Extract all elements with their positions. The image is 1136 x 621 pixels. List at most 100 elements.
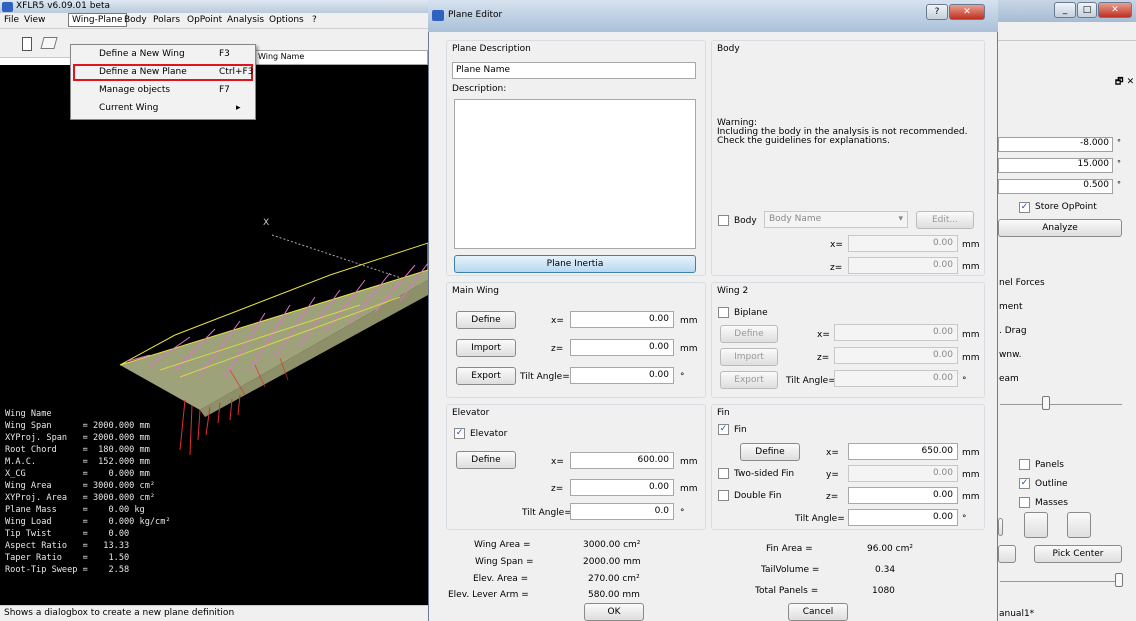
fin-z-field[interactable]: 0.00 <box>848 487 958 504</box>
outline-checkbox[interactable]: ✓ <box>1019 478 1030 489</box>
elevator-checkbox[interactable]: ✓ <box>454 428 465 439</box>
unit-mm: mm <box>680 484 698 494</box>
wing2-tilt-field[interactable]: 0.00 <box>834 370 958 387</box>
unit-mm: mm <box>962 330 980 340</box>
menu-item-manage-objects[interactable]: Manage objects <box>99 85 170 95</box>
panels-label: Panels <box>1035 460 1064 470</box>
fin-y-field[interactable]: 0.00 <box>848 465 958 482</box>
maximize-button[interactable]: □ <box>1077 2 1097 18</box>
plane-description-title: Plane Description <box>452 44 531 54</box>
main-wing-import-button[interactable]: Import <box>456 339 516 357</box>
reset-view-button[interactable] <box>998 545 1016 563</box>
dock-float-close-icons[interactable]: 🗗 ✕ <box>1115 74 1134 90</box>
body-checkbox[interactable] <box>718 215 729 226</box>
wing2-x-field[interactable]: 0.00 <box>834 324 958 341</box>
body-x-field[interactable]: 0.00 <box>848 235 958 252</box>
menu-body[interactable]: Body <box>124 15 147 25</box>
menu-bar: File View Wing-Plane Body Polars OpPoint… <box>0 13 428 29</box>
tail-volume-label: TailVolume = <box>761 565 820 575</box>
analyze-button[interactable]: Analyze <box>998 219 1122 237</box>
body-z-field[interactable]: 0.00 <box>848 257 958 274</box>
main-wing-z-label: z= <box>551 344 564 354</box>
main-wing-define-button[interactable]: Define <box>456 311 516 329</box>
dialog-close-button[interactable]: ✕ <box>949 4 985 20</box>
close-button[interactable]: ✕ <box>1098 2 1132 18</box>
plane-name-input[interactable]: Plane Name <box>452 62 696 79</box>
elev-area-value: 270.00 cm² <box>588 574 640 584</box>
masses-checkbox[interactable] <box>1019 497 1030 508</box>
app-logo-icon <box>432 10 444 21</box>
elev-area-label: Elev. Area = <box>473 574 529 584</box>
store-oppoint-label: Store OpPoint <box>1035 202 1097 212</box>
menu-wing-plane[interactable]: Wing-Plane <box>68 13 127 27</box>
minimize-button[interactable]: _ <box>1054 2 1076 18</box>
fin-checkbox[interactable]: ✓ <box>718 424 729 435</box>
unit-mm: mm <box>962 470 980 480</box>
wing2-title: Wing 2 <box>717 286 749 296</box>
fin-tilt-field[interactable]: 0.00 <box>848 509 958 526</box>
elevator-tilt-field[interactable]: 0.0 <box>570 503 674 520</box>
menu-file[interactable]: File <box>4 15 19 25</box>
main-wing-z-field[interactable]: 0.00 <box>570 339 674 356</box>
main-wing-x-field[interactable]: 0.00 <box>570 311 674 328</box>
plane-inertia-button[interactable]: Plane Inertia <box>454 255 696 273</box>
description-label: Description: <box>452 84 507 94</box>
slider-handle[interactable] <box>1042 396 1050 410</box>
body-edit-button[interactable]: Edit... <box>916 211 974 229</box>
unit-mm: mm <box>680 344 698 354</box>
wing-info-line: Taper Ratio = 1.50 <box>5 553 130 563</box>
body-name-combo[interactable]: Body Name ▾ <box>764 211 908 228</box>
chevron-down-icon: ▾ <box>898 214 903 224</box>
wing2-z-field[interactable]: 0.00 <box>834 347 958 364</box>
fin-tilt-label: Tilt Angle= <box>795 514 845 524</box>
menu-item-current-wing[interactable]: Current Wing <box>99 103 158 113</box>
pick-center-button[interactable]: Pick Center <box>1034 545 1122 563</box>
alpha-max-field[interactable]: 15.000 <box>998 158 1113 173</box>
wing-info-line: M.A.C. = 152.000 mm <box>5 457 150 467</box>
elevator-x-field[interactable]: 600.00 <box>570 452 674 469</box>
store-oppoint-checkbox[interactable]: ✓ <box>1019 202 1030 213</box>
warning-line: Check the guidelines for explanations. <box>717 136 890 146</box>
elevator-define-button[interactable]: Define <box>456 451 516 469</box>
menu-item-define-new-plane[interactable]: Define a New Plane <box>99 67 187 77</box>
menu-help[interactable]: ? <box>312 15 317 25</box>
wing-name-combo[interactable]: Wing Name <box>254 50 428 65</box>
degree-unit: ° <box>1117 138 1121 147</box>
open-folder-icon[interactable] <box>40 37 58 49</box>
menu-polars[interactable]: Polars <box>153 15 180 25</box>
two-sided-fin-checkbox[interactable] <box>718 468 729 479</box>
help-button[interactable]: ? <box>926 4 948 20</box>
alpha-min-field[interactable]: -8.000 <box>998 137 1113 152</box>
fin-x-field[interactable]: 650.00 <box>848 443 958 460</box>
slider-handle[interactable] <box>1115 573 1123 587</box>
3d-viewport[interactable]: X Wing Name Wing Span = 2000.000 mm XYPr… <box>0 65 428 605</box>
main-wing-export-button[interactable]: Export <box>456 367 516 385</box>
view-button[interactable] <box>998 518 1003 536</box>
menu-analysis[interactable]: Analysis <box>227 15 264 25</box>
menu-item-define-new-wing[interactable]: Define a New Wing <box>99 49 185 59</box>
cancel-button[interactable]: Cancel <box>788 603 848 621</box>
wing-info-line: Plane Mass = 0.00 kg <box>5 505 145 515</box>
alpha-delta-field[interactable]: 0.500 <box>998 179 1113 194</box>
wing2-import-button[interactable]: Import <box>720 348 778 366</box>
biplane-checkbox[interactable] <box>718 307 729 318</box>
ok-button[interactable]: OK <box>584 603 644 621</box>
menu-view[interactable]: View <box>24 15 45 25</box>
wing-area-label: Wing Area = <box>474 540 531 550</box>
menu-oppoint[interactable]: OpPoint <box>187 15 222 25</box>
description-textarea[interactable] <box>454 99 696 249</box>
front-view-icon[interactable] <box>1024 512 1048 538</box>
panels-checkbox[interactable] <box>1019 459 1030 470</box>
fin-area-label: Fin Area = <box>766 544 813 554</box>
menu-options[interactable]: Options <box>269 15 304 25</box>
side-view-icon[interactable] <box>1067 512 1091 538</box>
wing2-export-button[interactable]: Export <box>720 371 778 389</box>
new-file-icon[interactable] <box>22 37 32 51</box>
drag-label: . Drag <box>999 326 1027 336</box>
elevator-z-field[interactable]: 0.00 <box>570 479 674 496</box>
wing2-define-button[interactable]: Define <box>720 325 778 343</box>
double-fin-checkbox[interactable] <box>718 490 729 501</box>
main-wing-tilt-field[interactable]: 0.00 <box>570 367 674 384</box>
fin-define-button[interactable]: Define <box>740 443 800 461</box>
stream-label: eam <box>999 374 1019 384</box>
